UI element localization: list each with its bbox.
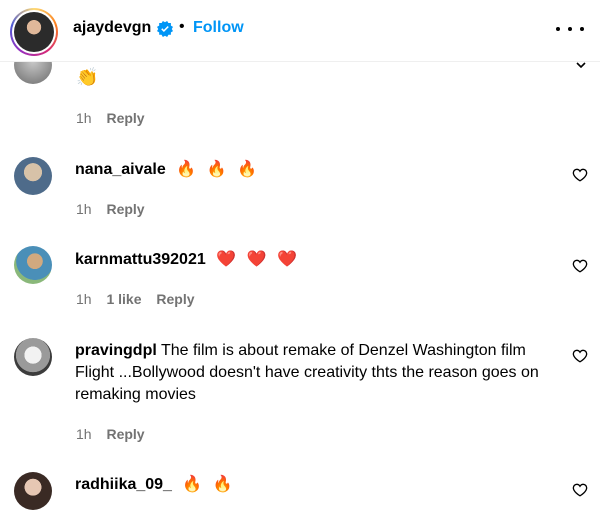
heart-icon[interactable]	[572, 348, 588, 364]
fire-emoji: 🔥	[176, 161, 197, 178]
comment-time: 1h	[76, 110, 92, 126]
reply-button[interactable]: Reply	[156, 291, 194, 307]
comment-time: 1h	[76, 426, 92, 442]
heart-icon[interactable]	[572, 167, 588, 183]
red-heart-emoji: ❤️	[216, 251, 237, 268]
follow-button[interactable]: Follow	[193, 19, 244, 37]
comment-body: pravingdpl The film is about remake of D…	[75, 340, 545, 406]
comment-username[interactable]: nana_aivale	[75, 161, 166, 178]
avatar[interactable]	[14, 472, 52, 510]
fire-emoji: 🔥	[212, 476, 233, 493]
avatar[interactable]	[14, 246, 52, 284]
header-username[interactable]: ajaydevgn	[73, 19, 151, 37]
comment-time: 1h	[76, 291, 92, 307]
post-header: ajaydevgn • Follow	[0, 0, 600, 62]
comment-meta: 1h Reply	[76, 110, 145, 126]
red-heart-emoji: ❤️	[246, 251, 267, 268]
comment-time: 1h	[76, 201, 92, 217]
avatar[interactable]	[14, 157, 52, 195]
avatar[interactable]	[14, 338, 52, 376]
comment-username[interactable]: radhiika_09_	[75, 476, 172, 493]
heart-icon[interactable]	[572, 482, 588, 498]
fire-emoji: 🔥	[206, 161, 227, 178]
header-separator: •	[179, 18, 185, 35]
red-heart-emoji: ❤️	[276, 251, 297, 268]
reply-button[interactable]: Reply	[106, 201, 144, 217]
reply-button[interactable]: Reply	[106, 110, 144, 126]
verified-badge-icon	[157, 21, 173, 37]
fire-emoji: 🔥	[236, 161, 257, 178]
reply-button[interactable]: Reply	[106, 426, 144, 442]
comment-body: radhiika_09_ 🔥 🔥	[75, 474, 545, 496]
fire-emoji: 🔥	[182, 476, 203, 493]
chevron-down-icon	[576, 62, 586, 68]
comment-meta: 1h 1 like Reply	[76, 291, 195, 307]
comment-username[interactable]: karnmattu392021	[75, 251, 206, 268]
comment-meta: 1h Reply	[76, 426, 145, 442]
heart-icon[interactable]	[572, 258, 588, 274]
profile-avatar[interactable]	[10, 8, 58, 56]
comment-body: nana_aivale 🔥 🔥 🔥	[75, 159, 545, 181]
comment-body: karnmattu392021 ❤️ ❤️ ❤️	[75, 249, 545, 271]
more-options-icon[interactable]	[556, 19, 584, 39]
clapping-hands-emoji: 👏	[76, 67, 99, 87]
comment-username[interactable]: pravingdpl	[75, 342, 157, 359]
comment-likes[interactable]: 1 like	[106, 291, 141, 307]
comment-meta: 1h Reply	[76, 201, 145, 217]
